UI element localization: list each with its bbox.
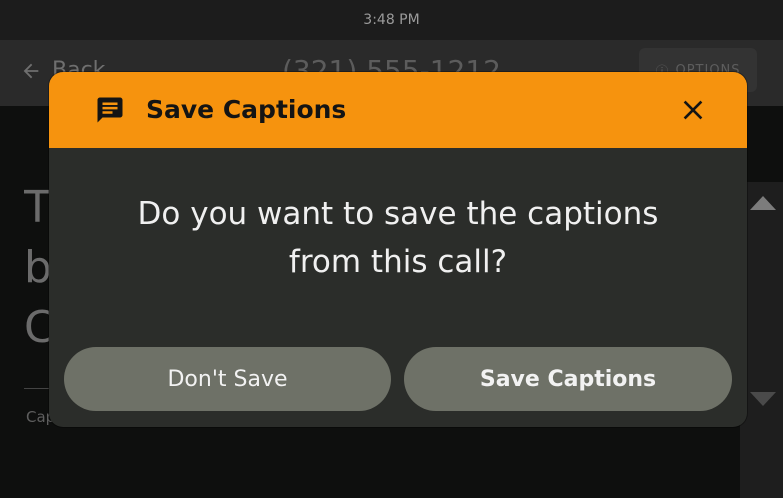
dialog-title: Save Captions [146,95,347,124]
scroll-down-icon[interactable] [750,392,776,406]
close-icon[interactable] [677,94,709,126]
message-icon [97,97,123,123]
save-captions-button[interactable]: Save Captions [404,347,732,411]
dialog-message: Do you want to save the captions from th… [49,190,747,286]
scroll-up-icon[interactable] [750,196,776,210]
dialog-message-line: Do you want to save the captions [137,196,659,232]
app-screen: 3:48 PM Back (321) 555-1212 ⓘ OPTIONS T … [0,0,783,498]
status-time: 3:48 PM [363,12,420,28]
dialog-message-line: from this call? [288,244,508,280]
dialog-header: Save Captions [49,72,747,148]
status-bar: 3:48 PM [0,0,783,40]
dont-save-button[interactable]: Don't Save [64,347,391,411]
save-captions-dialog: Save Captions Do you want to save the ca… [49,72,747,427]
